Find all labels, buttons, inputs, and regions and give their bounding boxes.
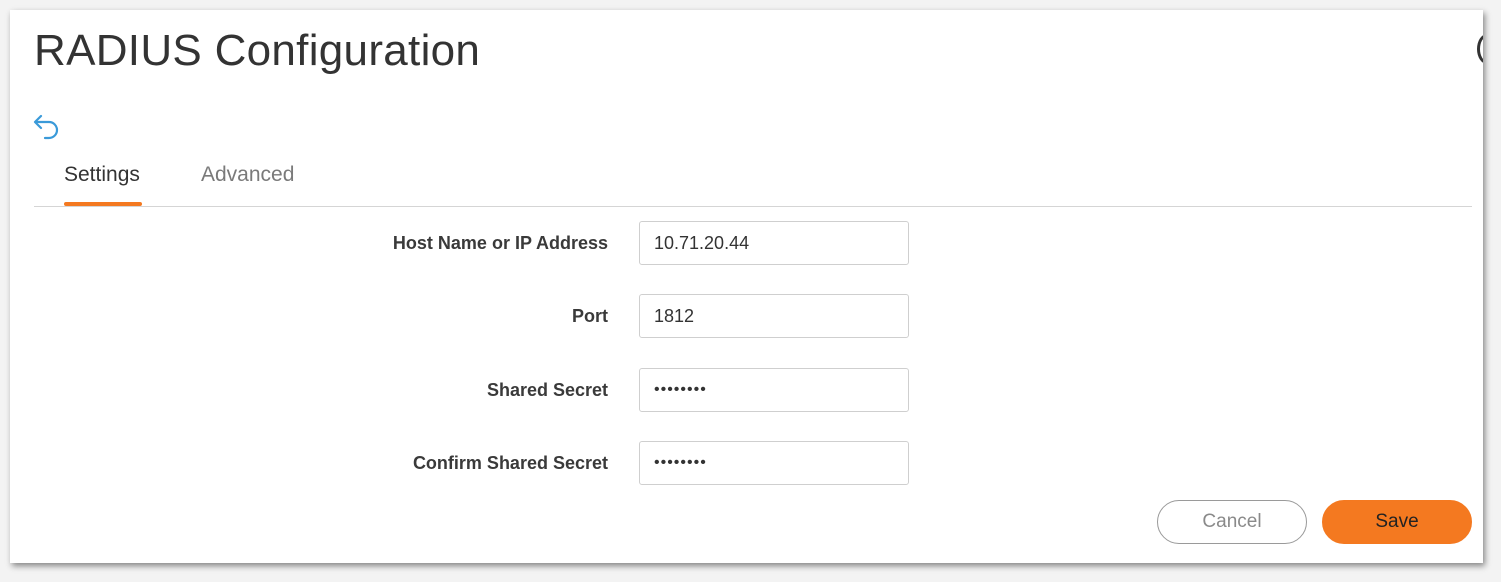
- host-field-row: Host Name or IP Address: [10, 221, 930, 265]
- back-arrow-icon[interactable]: [32, 112, 62, 140]
- cut-off-edge-icon: [1477, 34, 1483, 64]
- tab-advanced[interactable]: Advanced: [201, 158, 294, 206]
- host-label: Host Name or IP Address: [392, 233, 608, 253]
- shared-secret-field-row: Shared Secret: [10, 368, 930, 412]
- port-field-row: Port: [10, 294, 930, 338]
- tab-bar: Settings Advanced: [34, 158, 1472, 207]
- save-button[interactable]: Save: [1322, 500, 1472, 544]
- port-input[interactable]: [639, 294, 909, 338]
- shared-secret-label: Shared Secret: [486, 380, 608, 400]
- shared-secret-input[interactable]: [639, 368, 909, 412]
- radius-configuration-dialog: RADIUS Configuration Settings Advanced H…: [10, 10, 1483, 563]
- confirm-shared-secret-input[interactable]: [639, 441, 909, 485]
- host-input[interactable]: [639, 221, 909, 265]
- confirm-shared-secret-field-row: Confirm Shared Secret: [10, 441, 930, 485]
- confirm-shared-secret-label: Confirm Shared Secret: [412, 453, 608, 473]
- tab-settings[interactable]: Settings: [64, 158, 140, 206]
- active-tab-indicator: [64, 202, 142, 206]
- port-label: Port: [572, 306, 608, 326]
- cancel-button[interactable]: Cancel: [1157, 500, 1307, 544]
- page-title: RADIUS Configuration: [34, 26, 481, 75]
